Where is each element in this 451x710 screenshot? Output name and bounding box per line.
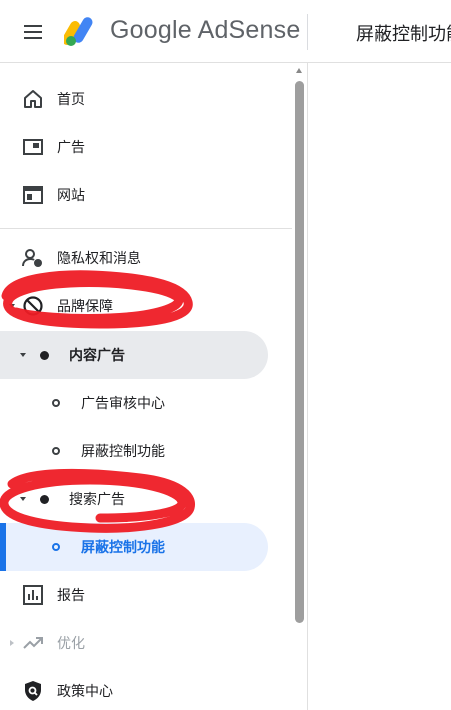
bullet-filled-icon (40, 351, 49, 360)
hamburger-menu-icon (24, 25, 42, 39)
bullet-filled-icon (40, 495, 49, 504)
sidebar-item-privacy-messaging[interactable]: 隐私权和消息 (0, 235, 290, 281)
sidebar-item-label: 广告审核中心 (81, 395, 165, 411)
caret-down-icon (20, 353, 26, 357)
sites-icon (23, 186, 43, 204)
nav-divider (0, 228, 292, 229)
header-divider (307, 14, 308, 50)
page-title: 屏蔽控制功能 (356, 24, 451, 44)
caret-down-icon (9, 304, 15, 308)
sidebar-item-label: 隐私权和消息 (57, 250, 141, 266)
caret-down-icon (20, 497, 26, 501)
sidebar-item-label: 优化 (57, 635, 85, 651)
sidebar-item-sites[interactable]: 网站 (0, 172, 290, 218)
sidebar-item-label: 首页 (57, 91, 85, 107)
privacy-messaging-icon (22, 249, 42, 267)
sidebar-item-home[interactable]: 首页 (0, 76, 290, 122)
sidebar-item-label: 内容广告 (69, 347, 125, 363)
block-icon (23, 296, 43, 316)
sidebar-item-label: 搜索广告 (69, 491, 125, 507)
reports-icon (23, 585, 43, 605)
product-name: Google AdSense (110, 16, 301, 44)
policy-center-icon (25, 681, 41, 701)
sidebar-item-policy-center[interactable]: 政策中心 (0, 668, 290, 710)
bullet-ring-icon (52, 543, 60, 551)
top-app-bar: Google AdSense 屏蔽控制功能 (0, 0, 451, 63)
scroll-up-arrow-icon[interactable] (296, 68, 302, 73)
sidebar-item-label: 广告 (57, 139, 85, 155)
home-icon (24, 90, 42, 108)
sidebar-item-ads[interactable]: 广告 (0, 124, 290, 170)
sidebar-item-search-blocking-controls[interactable]: 屏蔽控制功能 (0, 524, 268, 570)
sidebar-item-label: 报告 (57, 587, 85, 603)
scrollbar-thumb[interactable] (295, 81, 304, 623)
adsense-logo-icon (64, 17, 93, 46)
sidebar-item-label: 屏蔽控制功能 (81, 443, 165, 459)
sidebar-item-brand-safety[interactable]: 品牌保障 (0, 283, 290, 329)
bullet-ring-icon (52, 399, 60, 407)
sidebar-item-label: 屏蔽控制功能 (81, 539, 165, 555)
sidebar-item-reports[interactable]: 报告 (0, 572, 290, 618)
sidebar-item-optimize[interactable]: 优化 (0, 620, 290, 666)
bullet-ring-icon (52, 447, 60, 455)
ads-icon (23, 139, 43, 155)
sidebar-item-content-ads[interactable]: 内容广告 (0, 332, 268, 378)
trending-up-icon (23, 637, 43, 649)
sidebar-item-label: 政策中心 (57, 683, 113, 699)
sidebar-item-content-blocking-controls[interactable]: 屏蔽控制功能 (0, 428, 290, 474)
caret-right-icon (10, 640, 14, 646)
sidebar-item-label: 网站 (57, 187, 85, 203)
sidebar-item-ad-review-center[interactable]: 广告审核中心 (0, 380, 290, 426)
main-menu-button[interactable] (20, 20, 48, 44)
side-navigation: 首页 广告 网站 隐私权和消息 品牌保障 内容广告 广告审核中心 屏蔽控制功能 … (0, 63, 308, 710)
sidebar-item-label: 品牌保障 (57, 298, 113, 314)
sidebar-item-search-ads[interactable]: 搜索广告 (0, 476, 290, 522)
